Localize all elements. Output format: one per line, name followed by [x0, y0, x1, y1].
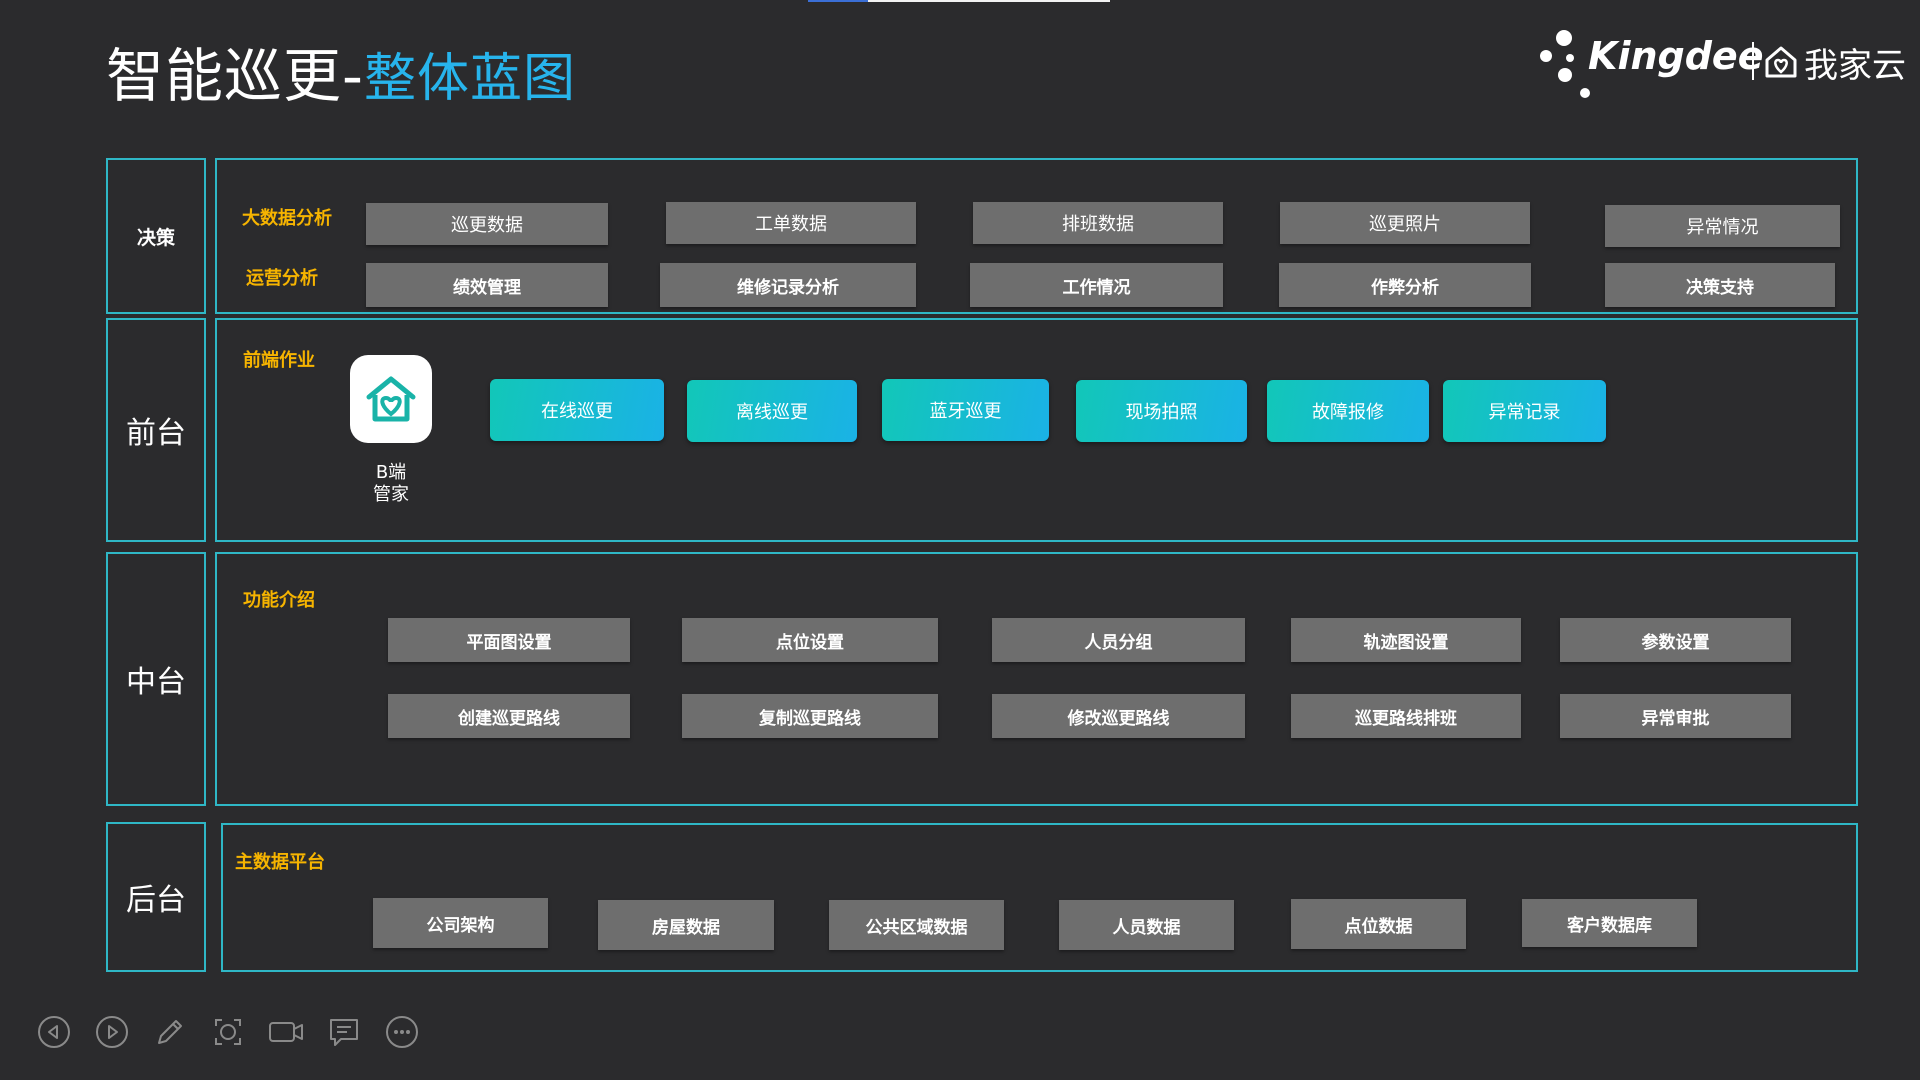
function-item[interactable]: 异常审批: [1560, 694, 1791, 738]
logo-dot: [1566, 54, 1574, 62]
slideshow-controls: [30, 1010, 426, 1054]
front-op-button[interactable]: 离线巡更: [687, 380, 857, 442]
zoom-icon[interactable]: [204, 1010, 252, 1054]
master-data-item[interactable]: 房屋数据: [598, 900, 774, 950]
house-heart-icon: [1765, 46, 1797, 78]
front-section-title: 前端作业: [243, 350, 315, 371]
row-label-decision-text: 决策: [136, 226, 175, 249]
big-data-item[interactable]: 巡更数据: [366, 203, 608, 245]
function-item[interactable]: 创建巡更路线: [388, 694, 630, 738]
master-data-item[interactable]: 公司架构: [373, 898, 548, 948]
ops-item[interactable]: 维修记录分析: [660, 263, 916, 307]
b-app-icon[interactable]: [350, 355, 432, 443]
function-item[interactable]: 人员分组: [992, 618, 1245, 662]
slide-progress-fill: [808, 0, 868, 2]
front-op-button[interactable]: 异常记录: [1443, 380, 1606, 442]
logo-dot: [1556, 30, 1572, 46]
page-title-main: 智能巡更-: [106, 42, 364, 110]
row-label-back: 后台: [106, 822, 206, 972]
big-data-item[interactable]: 排班数据: [973, 202, 1223, 244]
camera-icon[interactable]: [262, 1010, 310, 1054]
ops-item[interactable]: 工作情况: [970, 263, 1223, 307]
front-op-button[interactable]: 现场拍照: [1076, 380, 1247, 442]
page-title: 智能巡更-整体蓝图: [106, 36, 576, 119]
subtitle-icon[interactable]: [320, 1010, 368, 1054]
ops-item[interactable]: 作弊分析: [1279, 263, 1531, 307]
big-data-item[interactable]: 工单数据: [666, 202, 916, 244]
logo-dot: [1558, 68, 1572, 82]
house-heart-icon: [366, 376, 416, 422]
logo-separator: [1752, 42, 1754, 80]
next-icon[interactable]: [88, 1010, 136, 1054]
middle-section-title: 功能介绍: [243, 590, 315, 611]
logo-dot: [1580, 88, 1590, 98]
page-title-sub: 整体蓝图: [363, 49, 576, 109]
function-item[interactable]: 巡更路线排班: [1291, 694, 1521, 738]
prev-icon[interactable]: [30, 1010, 78, 1054]
logo-dot: [1540, 50, 1552, 62]
b-app-label-line1: B端: [375, 462, 407, 483]
function-item[interactable]: 点位设置: [682, 618, 938, 662]
row-label-front: 前台: [106, 318, 206, 542]
front-op-button[interactable]: 在线巡更: [490, 379, 664, 441]
more-icon[interactable]: [378, 1010, 426, 1054]
b-app-label-line2: 管家: [373, 484, 409, 505]
master-data-item[interactable]: 人员数据: [1059, 900, 1234, 950]
b-app-label: B端 管家: [350, 462, 432, 506]
row-label-middle-text: 中台: [126, 665, 186, 700]
row-label-middle: 中台: [106, 552, 206, 806]
logo-brand: Kingdee: [1588, 34, 1764, 78]
master-data-item[interactable]: 客户数据库: [1522, 899, 1697, 947]
big-data-section-title: 大数据分析: [242, 208, 332, 229]
row-label-decision: 决策: [106, 158, 206, 314]
function-item[interactable]: 参数设置: [1560, 618, 1791, 662]
function-item[interactable]: 修改巡更路线: [992, 694, 1245, 738]
big-data-item[interactable]: 异常情况: [1605, 205, 1840, 247]
pen-icon[interactable]: [146, 1010, 194, 1054]
ops-section-title: 运营分析: [246, 268, 318, 289]
master-data-item[interactable]: 点位数据: [1291, 899, 1466, 949]
row-label-back-text: 后台: [126, 883, 186, 918]
function-item[interactable]: 轨迹图设置: [1291, 618, 1521, 662]
front-op-button[interactable]: 故障报修: [1267, 380, 1429, 442]
back-section-title: 主数据平台: [235, 852, 325, 873]
kingdee-logo: Kingdee 我家云: [1536, 24, 1906, 104]
front-op-button[interactable]: 蓝牙巡更: [882, 379, 1049, 441]
slide-progress-bar: [808, 0, 1110, 2]
function-item[interactable]: 平面图设置: [388, 618, 630, 662]
big-data-item[interactable]: 巡更照片: [1280, 202, 1530, 244]
master-data-item[interactable]: 公共区域数据: [829, 900, 1004, 950]
row-label-front-text: 前台: [126, 416, 186, 451]
logo-product: 我家云: [1804, 46, 1906, 86]
middle-panel: [215, 552, 1858, 806]
ops-item[interactable]: 决策支持: [1605, 263, 1835, 307]
ops-item[interactable]: 绩效管理: [366, 263, 608, 307]
function-item[interactable]: 复制巡更路线: [682, 694, 938, 738]
